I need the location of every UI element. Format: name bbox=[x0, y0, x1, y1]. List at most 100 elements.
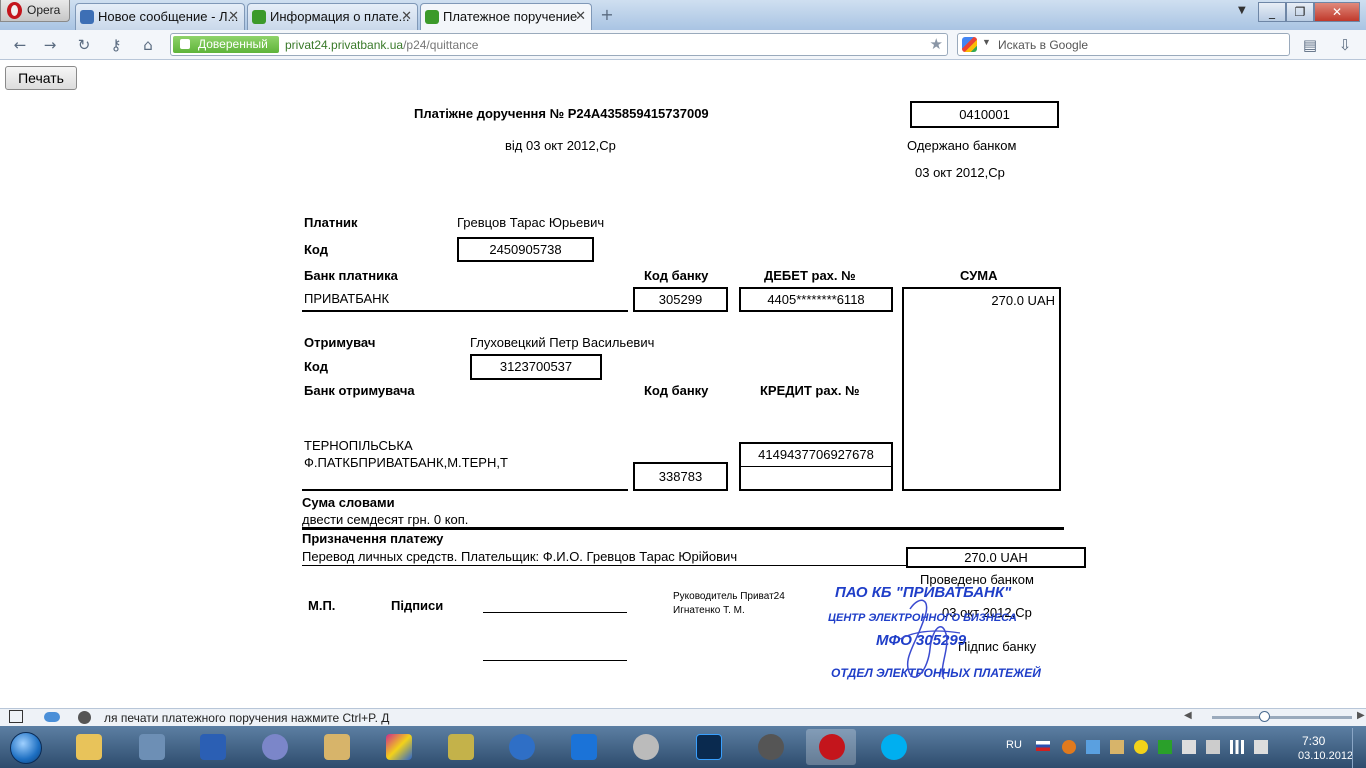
payer-code-box: 2450905738 bbox=[457, 237, 594, 262]
language-indicator[interactable]: RU bbox=[1006, 739, 1022, 751]
back-icon[interactable]: ← bbox=[10, 36, 30, 54]
tab-bar: Opera Новое сообщение - Л... ✕ Информаци… bbox=[0, 0, 1366, 31]
taskbar-app[interactable] bbox=[435, 729, 485, 765]
document-date: від 03 окт 2012,Ср bbox=[505, 138, 616, 153]
zoom-slider[interactable] bbox=[1212, 711, 1352, 722]
close-icon[interactable]: ✕ bbox=[228, 8, 239, 24]
tab-payment-order[interactable]: Платежное поручение ✕ bbox=[420, 3, 592, 31]
taskbar-app[interactable] bbox=[63, 729, 113, 765]
tray-icon[interactable] bbox=[1086, 740, 1100, 754]
taskbar-app[interactable] bbox=[496, 729, 546, 765]
google-icon bbox=[962, 37, 977, 52]
download-icon[interactable]: ⇩ bbox=[1335, 36, 1355, 54]
debit-label: ДЕБЕТ рах. № bbox=[764, 268, 856, 283]
url-host: privat24.privatbank.ua bbox=[285, 38, 404, 52]
recipient-code-box: 3123700537 bbox=[470, 354, 602, 380]
flag-icon[interactable] bbox=[1036, 741, 1050, 751]
credit-label: КРЕДИТ рах. № bbox=[760, 383, 860, 398]
paint-icon bbox=[386, 734, 412, 760]
payer-bank-code-box: 305299 bbox=[633, 287, 728, 312]
recipient-bank-label: Банк отримувача bbox=[304, 383, 415, 398]
search-placeholder: Искать в Google bbox=[998, 38, 1089, 52]
signal-icon[interactable] bbox=[1230, 740, 1244, 754]
new-tab-button[interactable]: + bbox=[596, 5, 618, 25]
tray-icon[interactable] bbox=[1110, 740, 1124, 754]
address-field[interactable]: Доверенный privat24.privatbank.ua/p24/qu… bbox=[170, 33, 948, 56]
taskbar-app[interactable] bbox=[187, 729, 237, 765]
taskbar-app[interactable] bbox=[620, 729, 670, 765]
taskbar-app[interactable] bbox=[683, 729, 733, 765]
close-icon[interactable]: ✕ bbox=[575, 8, 586, 24]
battery-icon[interactable] bbox=[1206, 740, 1220, 754]
recipient-bank-code-label: Код банку bbox=[644, 383, 709, 398]
taskbar-app[interactable] bbox=[745, 729, 795, 765]
credit-account-box: 4149437706927678 bbox=[739, 442, 893, 491]
tab-list-icon[interactable]: ▼ bbox=[1238, 5, 1246, 16]
purpose-sum-box: 270.0 UAH bbox=[906, 547, 1086, 568]
divider bbox=[302, 310, 628, 312]
divider bbox=[302, 489, 628, 491]
forward-icon[interactable]: → bbox=[40, 36, 60, 54]
panel-icon[interactable] bbox=[9, 710, 23, 723]
form-code-box: 0410001 bbox=[910, 101, 1059, 128]
home-icon[interactable]: ⌂ bbox=[138, 36, 158, 54]
cloud-icon[interactable] bbox=[44, 712, 60, 722]
url-text: privat24.privatbank.ua/p24/quittance bbox=[285, 38, 478, 52]
signature-line bbox=[483, 612, 627, 613]
taskbar-app[interactable] bbox=[558, 729, 608, 765]
close-icon[interactable]: ✕ bbox=[401, 8, 412, 24]
clock-date[interactable]: 03.10.2012 bbox=[1298, 750, 1353, 762]
recipient-name: Глуховецкий Петр Васильевич bbox=[470, 335, 655, 350]
url-path: /p24/quittance bbox=[403, 38, 479, 52]
tab-payment-info[interactable]: Информация о плате... ✕ bbox=[247, 3, 418, 30]
taskbar-app[interactable] bbox=[868, 729, 918, 765]
tray-icon[interactable] bbox=[1134, 740, 1148, 754]
taskbar-app[interactable] bbox=[126, 729, 176, 765]
wand-key-icon[interactable]: ⚷ bbox=[106, 36, 126, 54]
reload-icon[interactable]: ↻ bbox=[74, 36, 94, 54]
tray-icon[interactable] bbox=[1158, 740, 1172, 754]
taskbar-app-active[interactable] bbox=[806, 729, 856, 765]
credit-account: 4149437706927678 bbox=[741, 444, 891, 467]
tray-icon[interactable] bbox=[1062, 740, 1076, 754]
search-field[interactable]: ▼ Искать в Google bbox=[957, 33, 1290, 56]
received-date: 03 окт 2012,Ср bbox=[915, 165, 1005, 180]
recipient-label: Отримувач bbox=[304, 335, 376, 350]
volume-icon[interactable] bbox=[1254, 740, 1268, 754]
payer-name: Гревцов Тарас Юрьевич bbox=[457, 215, 605, 230]
speed-dial-icon[interactable] bbox=[78, 711, 91, 724]
taskbar-app[interactable] bbox=[249, 729, 299, 765]
restore-button[interactable]: ❐ bbox=[1286, 2, 1314, 22]
print-button[interactable]: Печать bbox=[5, 66, 77, 90]
opera-menu-button[interactable]: Opera bbox=[0, 0, 70, 22]
chevron-down-icon[interactable]: ▼ bbox=[982, 37, 991, 47]
taskbar-app[interactable] bbox=[373, 729, 423, 765]
purpose-label: Призначення платежу bbox=[302, 531, 444, 546]
zoom-slider-handle[interactable] bbox=[1259, 711, 1270, 722]
start-button[interactable] bbox=[2, 728, 48, 766]
page-icon[interactable]: ▤ bbox=[1300, 36, 1320, 54]
archive-icon bbox=[324, 734, 350, 760]
tab-mail[interactable]: Новое сообщение - Л... ✕ bbox=[75, 3, 245, 30]
minimize-button[interactable]: _ bbox=[1258, 2, 1286, 22]
close-window-button[interactable]: ✕ bbox=[1314, 2, 1360, 22]
recipient-bank-line1: ТЕРНОПІЛЬСЬКА bbox=[304, 438, 413, 453]
folder-icon bbox=[76, 734, 102, 760]
trusted-badge[interactable]: Доверенный bbox=[173, 36, 279, 53]
payer-label: Платник bbox=[304, 215, 358, 230]
zoom-in-icon[interactable]: ▶ bbox=[1357, 710, 1365, 721]
tab-label: Информация о плате... bbox=[270, 9, 410, 24]
taskbar-app[interactable] bbox=[311, 729, 361, 765]
teamviewer-icon bbox=[571, 734, 597, 760]
trusted-label: Доверенный bbox=[198, 37, 268, 51]
zoom-out-icon[interactable]: ◀ bbox=[1184, 710, 1192, 721]
bookmark-star-icon[interactable]: ★ bbox=[930, 35, 943, 53]
manager-title: Руководитель Приват24 bbox=[673, 591, 785, 602]
lock-icon bbox=[180, 39, 190, 49]
sum-words: двести семдесят грн. 0 коп. bbox=[302, 512, 469, 527]
payer-bank: ПРИВАТБАНК bbox=[304, 291, 390, 306]
clock-time[interactable]: 7:30 bbox=[1302, 734, 1325, 748]
winamp-icon bbox=[448, 734, 474, 760]
show-desktop-button[interactable] bbox=[1352, 728, 1366, 768]
flag-notify-icon[interactable] bbox=[1182, 740, 1196, 754]
